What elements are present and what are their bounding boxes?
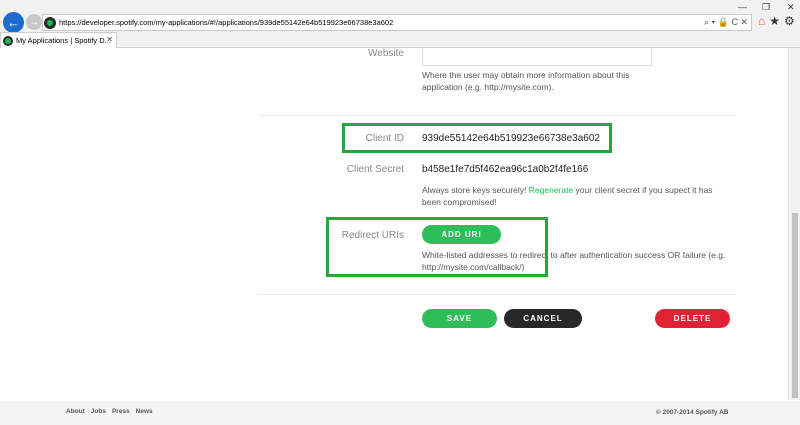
- website-help-text: Where the user may obtain more informati…: [422, 70, 630, 92]
- section-divider: [258, 115, 736, 116]
- footer-links: About Jobs Press News: [66, 408, 153, 415]
- regenerate-link[interactable]: Regenerate: [529, 185, 573, 195]
- section-divider: [258, 294, 736, 295]
- maximize-icon[interactable]: ❐: [762, 2, 770, 13]
- footer-link-news[interactable]: News: [136, 408, 153, 415]
- redirect-uris-highlight: [326, 217, 548, 277]
- close-window-icon[interactable]: ✕: [787, 2, 795, 13]
- vertical-scrollbar[interactable]: [788, 48, 800, 400]
- browser-chrome: ← → https://developer.spotify.com/my-app…: [0, 0, 800, 48]
- client-secret-help-text: Always store keys securely! Regenerate y…: [422, 184, 732, 208]
- app-settings-page: Website Where the user may obtain more i…: [0, 48, 800, 425]
- footer-link-press[interactable]: Press: [112, 408, 130, 415]
- browser-toolbar: ⌂ ★ ⚙: [758, 14, 795, 28]
- spotify-favicon-icon: [44, 16, 56, 29]
- secret-help-text: Always store keys securely!: [422, 185, 529, 195]
- spotify-favicon-icon: [3, 35, 13, 46]
- cancel-button[interactable]: CANCEL: [504, 309, 582, 328]
- save-button[interactable]: SAVE: [422, 309, 497, 328]
- address-bar[interactable]: https://developer.spotify.com/my-applica…: [42, 14, 752, 31]
- tab-title: My Applications | Spotify D...: [16, 36, 111, 45]
- browser-tab[interactable]: My Applications | Spotify D... ✕: [0, 32, 117, 48]
- favorites-star-icon[interactable]: ★: [769, 14, 780, 28]
- delete-button[interactable]: DELETE: [655, 309, 730, 328]
- minimize-icon[interactable]: —: [738, 2, 747, 12]
- client-secret-value: b458e1fe7d5f462ea96c1a0b2f4fe166: [422, 164, 589, 175]
- back-button[interactable]: ←: [3, 12, 24, 33]
- scrollbar-thumb[interactable]: [792, 213, 798, 398]
- settings-gear-icon[interactable]: ⚙: [784, 14, 795, 28]
- forward-button[interactable]: →: [26, 14, 42, 30]
- page-footer: About Jobs Press News © 2007-2014 Spotif…: [0, 401, 800, 425]
- address-url[interactable]: https://developer.spotify.com/my-applica…: [59, 18, 393, 27]
- home-icon[interactable]: ⌂: [758, 14, 765, 28]
- arrow-right-icon: →: [29, 16, 39, 28]
- arrow-left-icon: ←: [7, 15, 20, 30]
- website-label: Website: [368, 48, 404, 59]
- address-bar-controls[interactable]: ⌕ ▾ 🔒 C ✕: [704, 15, 748, 30]
- client-secret-label: Client Secret: [346, 164, 404, 175]
- website-input[interactable]: [422, 48, 652, 66]
- tab-close-icon[interactable]: ✕: [106, 35, 113, 44]
- footer-link-jobs[interactable]: Jobs: [91, 408, 106, 415]
- footer-link-about[interactable]: About: [66, 408, 85, 415]
- client-id-highlight: [342, 123, 612, 153]
- footer-copyright: © 2007-2014 Spotify AB: [656, 409, 729, 416]
